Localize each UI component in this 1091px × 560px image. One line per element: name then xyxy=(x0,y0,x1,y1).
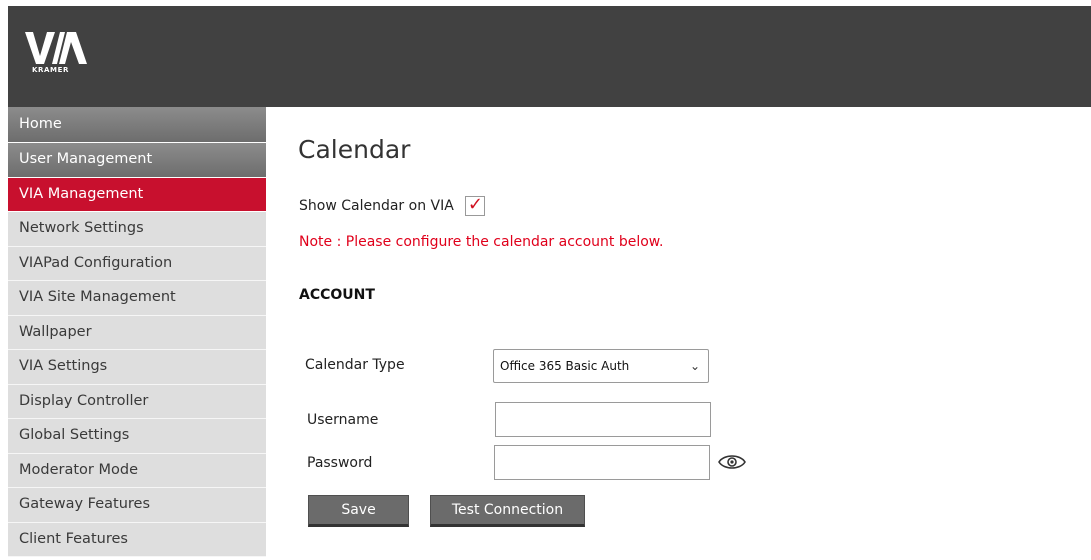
sidebar-item-global-settings[interactable]: Global Settings xyxy=(8,419,266,454)
sidebar-item-network-settings[interactable]: Network Settings xyxy=(8,212,266,247)
show-password-eye-icon[interactable] xyxy=(717,452,747,472)
sidebar-item-user-management[interactable]: User Management xyxy=(8,143,266,178)
sidebar-item-viapad-configuration[interactable]: VIAPad Configuration xyxy=(8,246,266,281)
username-label: Username xyxy=(307,412,379,428)
test-connection-button[interactable]: Test Connection xyxy=(430,495,585,527)
sidebar-item-moderator-mode[interactable]: Moderator Mode xyxy=(8,453,266,488)
checkmark-icon: ✓ xyxy=(467,194,483,215)
password-label: Password xyxy=(307,455,373,471)
save-button[interactable]: Save xyxy=(308,495,409,527)
sidebar-item-gateway-features[interactable]: Gateway Features xyxy=(8,488,266,523)
page-title: Calendar xyxy=(298,135,411,164)
brand-text: KRAMER xyxy=(32,66,69,74)
note-text: Note : Please configure the calendar acc… xyxy=(299,234,664,250)
sidebar-item-via-settings[interactable]: VIA Settings xyxy=(8,350,266,385)
sidebar-item-client-features[interactable]: Client Features xyxy=(8,522,266,557)
calendar-type-select[interactable]: Office 365 Basic Auth ⌄ xyxy=(493,349,709,383)
sidebar-item-via-management[interactable]: VIA Management xyxy=(8,177,266,212)
sidebar-item-display-controller[interactable]: Display Controller xyxy=(8,384,266,419)
via-kramer-logo[interactable]: KRAMER xyxy=(25,30,95,92)
show-calendar-checkbox[interactable]: ✓ xyxy=(464,194,485,216)
account-section-title: ACCOUNT xyxy=(299,287,375,303)
calendar-type-value: Office 365 Basic Auth xyxy=(500,359,630,373)
top-header: KRAMER xyxy=(8,6,1091,107)
main-content: Calendar Show Calendar on VIA ✓ Note : P… xyxy=(266,107,1091,560)
show-calendar-row: Show Calendar on VIA ✓ xyxy=(299,194,485,216)
sidebar-item-via-site-management[interactable]: VIA Site Management xyxy=(8,281,266,316)
username-input[interactable] xyxy=(495,402,711,437)
sidebar-item-home[interactable]: Home xyxy=(8,107,266,143)
show-calendar-label: Show Calendar on VIA xyxy=(299,198,454,214)
via-logo-icon xyxy=(25,32,87,64)
sidebar-nav: Home User Management VIA Management Netw… xyxy=(8,107,266,560)
chevron-down-icon: ⌄ xyxy=(689,359,700,373)
sidebar-item-wallpaper[interactable]: Wallpaper xyxy=(8,315,266,350)
calendar-type-label: Calendar Type xyxy=(305,357,405,373)
password-input[interactable] xyxy=(494,445,710,480)
